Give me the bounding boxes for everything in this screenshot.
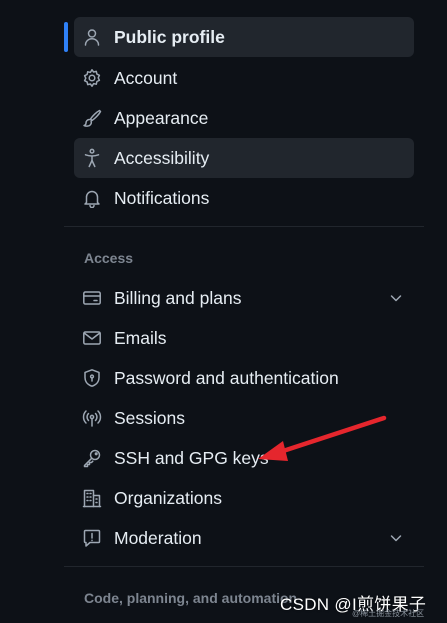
key-icon xyxy=(82,448,102,468)
organization-icon xyxy=(82,488,102,508)
sidebar-item-label: Sessions xyxy=(114,408,186,428)
active-indicator xyxy=(64,22,68,52)
section-divider xyxy=(64,566,424,567)
sidebar-item-label: Accessibility xyxy=(114,148,210,168)
settings-sidebar: Public profile Account Appearance Access… xyxy=(0,0,447,623)
chevron-down-icon[interactable] xyxy=(388,530,404,546)
sidebar-item-password[interactable]: Password and authentication xyxy=(74,358,414,398)
sidebar-item-label: Billing and plans xyxy=(114,288,242,308)
accessibility-icon xyxy=(82,148,102,168)
section-heading-code-planning: Code, planning, and automation xyxy=(84,590,298,606)
sidebar-item-notifications[interactable]: Notifications xyxy=(74,178,414,218)
sidebar-item-label: Moderation xyxy=(114,528,202,548)
sidebar-item-label: Password and authentication xyxy=(114,368,339,388)
gear-icon xyxy=(82,68,102,88)
credit-card-icon xyxy=(82,288,102,308)
sidebar-item-ssh-gpg-keys[interactable]: SSH and GPG keys xyxy=(74,438,414,478)
broadcast-icon xyxy=(82,408,102,428)
sidebar-item-accessibility[interactable]: Accessibility xyxy=(74,138,414,178)
sidebar-item-organizations[interactable]: Organizations xyxy=(74,478,414,518)
shield-lock-icon xyxy=(82,368,102,388)
sidebar-item-moderation[interactable]: Moderation xyxy=(74,518,414,558)
paintbrush-icon xyxy=(82,108,102,128)
report-icon xyxy=(82,528,102,548)
sidebar-item-label: Account xyxy=(114,68,178,88)
sidebar-item-billing[interactable]: Billing and plans xyxy=(74,278,414,318)
sidebar-item-public-profile[interactable]: Public profile xyxy=(74,17,414,57)
sidebar-item-account[interactable]: Account xyxy=(74,58,414,98)
section-divider xyxy=(64,226,424,227)
sidebar-item-label: Notifications xyxy=(114,188,210,208)
section-heading-access: Access xyxy=(84,250,134,266)
sidebar-item-label: Emails xyxy=(114,328,167,348)
sidebar-item-label: Appearance xyxy=(114,108,209,128)
chevron-down-icon[interactable] xyxy=(388,290,404,306)
sidebar-item-emails[interactable]: Emails xyxy=(74,318,414,358)
sidebar-item-label: Organizations xyxy=(114,488,222,508)
sidebar-item-sessions[interactable]: Sessions xyxy=(74,398,414,438)
watermark-subtext: @稀土掘金技术社区 xyxy=(352,609,425,618)
sidebar-item-appearance[interactable]: Appearance xyxy=(74,98,414,138)
sidebar-item-label: Public profile xyxy=(114,27,225,47)
sidebar-item-label: SSH and GPG keys xyxy=(114,448,269,468)
mail-icon xyxy=(82,328,102,348)
person-icon xyxy=(82,27,102,47)
bell-icon xyxy=(82,188,102,208)
